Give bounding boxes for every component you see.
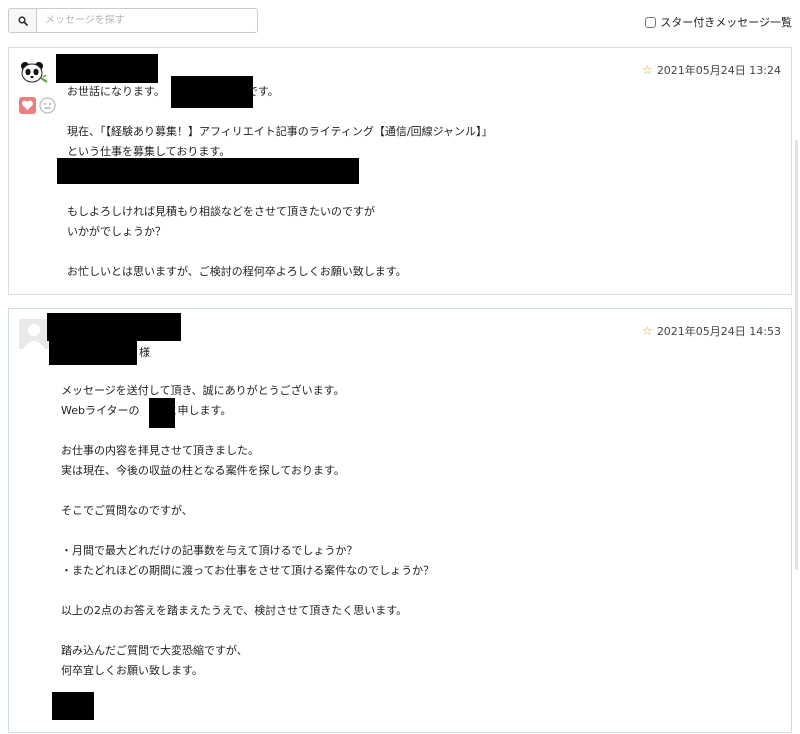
message-card: ☆ 2021年05月24日 13:24 お世話になります。 です。 現在、「【経験…	[8, 47, 792, 295]
search-icon	[17, 15, 28, 26]
default-avatar	[19, 319, 49, 349]
starred-messages-label: スター付きメッセージ一覧	[660, 16, 792, 29]
redacted-line	[57, 158, 359, 184]
heart-reaction-icon[interactable]	[19, 97, 36, 114]
greeting-line: お世話になります。 です。	[67, 85, 279, 98]
star-icon[interactable]: ☆	[642, 325, 653, 337]
star-icon[interactable]: ☆	[642, 64, 653, 76]
search-button[interactable]	[8, 8, 36, 33]
scrollbar[interactable]	[795, 140, 798, 570]
recipient-name-redacted	[49, 339, 137, 365]
starred-messages-toggle[interactable]: スター付きメッセージ一覧	[645, 14, 792, 30]
message-timestamp: ☆ 2021年05月24日 14:53	[642, 324, 781, 338]
message-card: ☆ 2021年05月24日 14:53 様 メッセージを送付して頂き、誠にありが…	[8, 308, 792, 733]
sender-name-redacted	[56, 54, 158, 83]
sender-name-redacted	[47, 313, 181, 341]
introduction-line: Webライターの と申します。	[61, 404, 232, 417]
signature-redacted	[52, 692, 94, 720]
message-body: メッセージを送付して頂き、誠にありがとうございます。 Webライターの と申します…	[61, 384, 435, 677]
message-timestamp: ☆ 2021年05月24日 13:24	[642, 63, 781, 77]
starred-checkbox[interactable]	[645, 16, 657, 28]
salutation: 様	[139, 346, 150, 359]
panda-avatar	[21, 62, 48, 83]
neutral-face-icon[interactable]	[39, 97, 56, 114]
company-name-redacted	[171, 76, 253, 108]
search-input[interactable]	[36, 8, 258, 33]
writer-name-redacted	[149, 398, 175, 428]
